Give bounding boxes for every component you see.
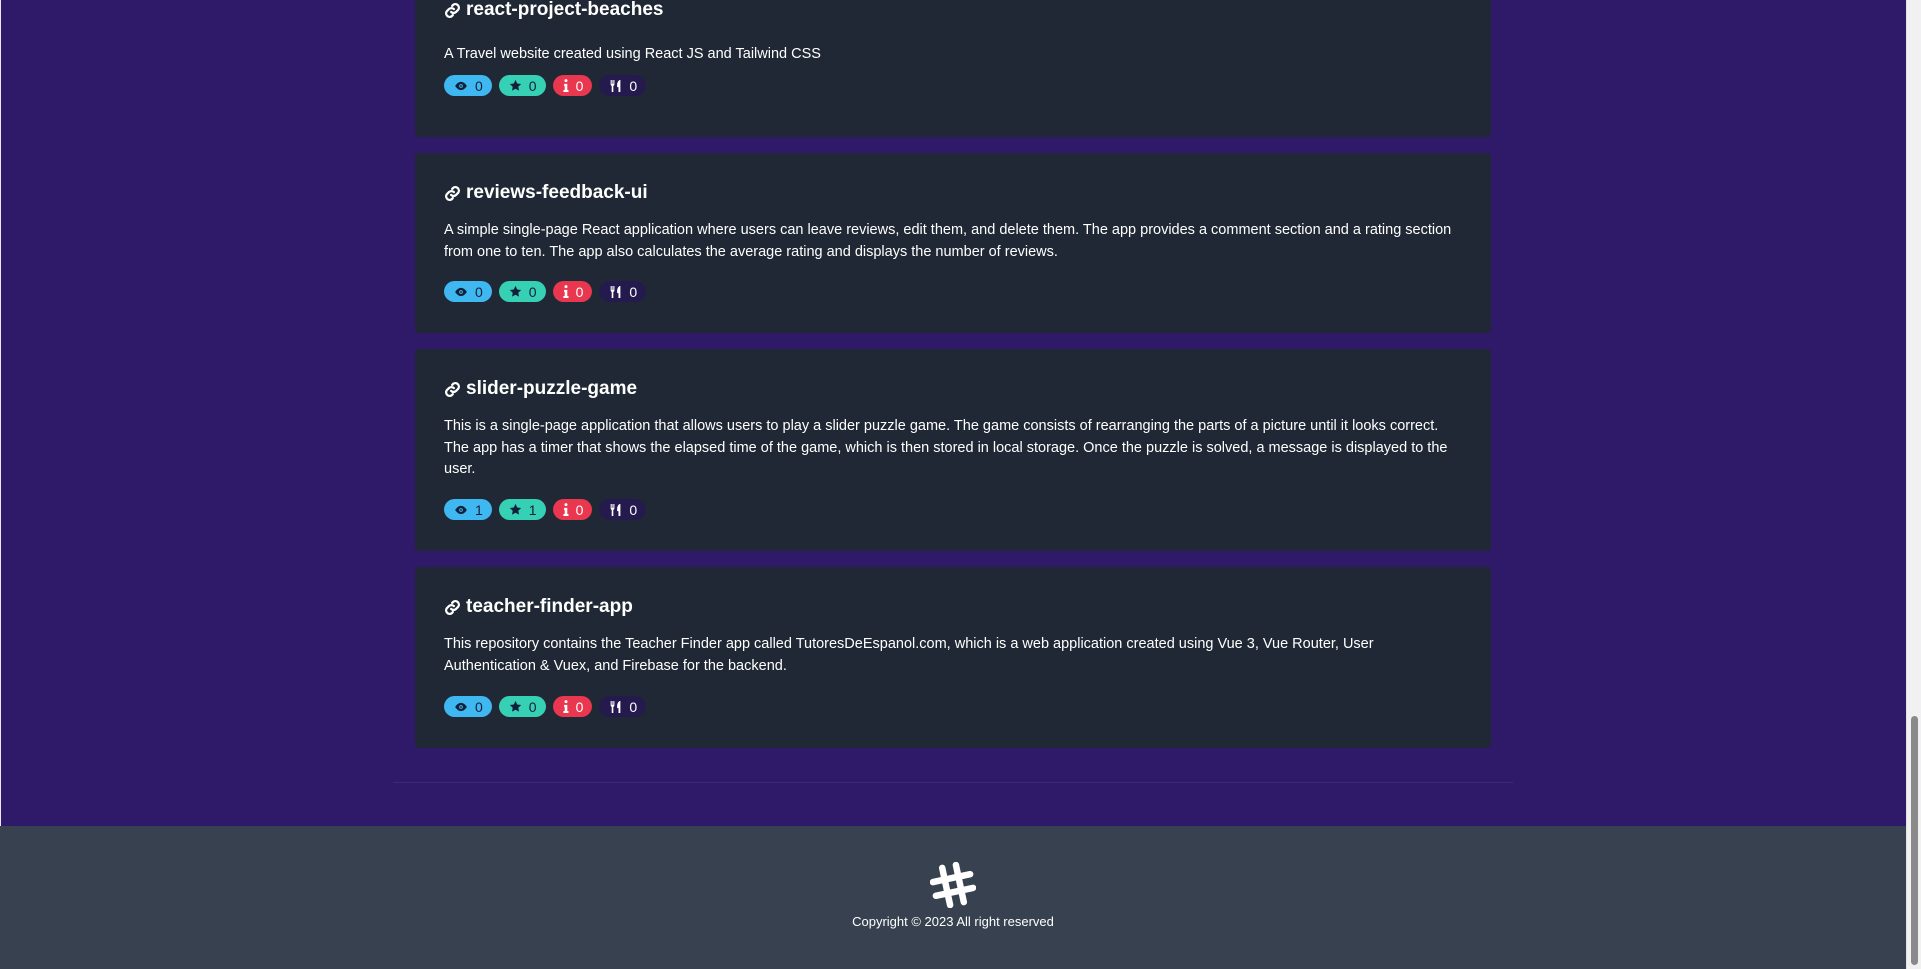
repo-card: react-project-beaches A Travel website c… xyxy=(415,0,1491,137)
repo-title-link[interactable]: reviews-feedback-ui xyxy=(444,182,648,204)
link-icon xyxy=(444,599,461,616)
repo-stats: 1 1 0 0 xyxy=(444,499,647,520)
link-icon xyxy=(444,185,461,202)
repo-name: reviews-feedback-ui xyxy=(466,182,648,203)
issues-count: 0 xyxy=(575,698,584,715)
watchers-badge: 0 xyxy=(444,75,492,96)
repo-title-link[interactable]: teacher-finder-app xyxy=(444,596,633,618)
eye-icon xyxy=(454,702,468,712)
fork-knife-icon xyxy=(609,285,622,299)
left-edge-line xyxy=(0,0,1,826)
fork-knife-icon xyxy=(609,503,622,517)
forks-badge: 0 xyxy=(599,499,647,520)
repo-card: reviews-feedback-ui A simple single-page… xyxy=(415,153,1491,333)
watchers-badge: 0 xyxy=(444,696,492,717)
vertical-scrollbar[interactable] xyxy=(1906,0,1921,969)
scrollbar-thumb[interactable] xyxy=(1911,716,1918,965)
info-icon xyxy=(562,285,569,298)
stars-count: 0 xyxy=(528,283,537,300)
stars-badge: 1 xyxy=(498,499,546,520)
link-icon xyxy=(444,2,461,19)
eye-icon xyxy=(454,81,468,91)
star-icon xyxy=(509,79,522,92)
watchers-count: 0 xyxy=(475,698,483,715)
repo-name: teacher-finder-app xyxy=(466,596,633,617)
info-icon xyxy=(562,700,569,713)
stars-badge: 0 xyxy=(498,696,546,717)
repo-name: react-project-beaches xyxy=(466,0,664,20)
repo-title-link[interactable]: react-project-beaches xyxy=(444,0,663,21)
content-divider xyxy=(393,782,1513,783)
stars-count: 0 xyxy=(528,698,537,715)
repo-description: A Travel website created using React JS … xyxy=(444,46,821,62)
watchers-count: 0 xyxy=(475,283,483,300)
stars-badge: 0 xyxy=(498,281,546,302)
star-icon xyxy=(509,700,522,713)
copyright-text: Copyright © 2023 All right reserved xyxy=(852,914,1054,929)
issues-badge: 0 xyxy=(552,75,593,96)
issues-count: 0 xyxy=(575,283,584,300)
forks-count: 0 xyxy=(629,77,638,94)
link-icon xyxy=(444,381,461,398)
repo-card: teacher-finder-app This repository conta… xyxy=(415,567,1491,748)
stars-count: 1 xyxy=(528,501,537,518)
forks-count: 0 xyxy=(629,698,638,715)
watchers-badge: 1 xyxy=(444,499,492,520)
issues-count: 0 xyxy=(575,501,584,518)
watchers-count: 0 xyxy=(475,77,483,94)
issues-count: 0 xyxy=(575,77,584,94)
fork-knife-icon xyxy=(609,700,622,714)
stars-count: 0 xyxy=(528,77,537,94)
forks-badge: 0 xyxy=(599,696,647,717)
star-icon xyxy=(509,285,522,298)
watchers-count: 1 xyxy=(475,501,483,518)
repo-stats: 0 0 0 0 xyxy=(444,696,647,717)
issues-badge: 0 xyxy=(552,281,593,302)
repo-title-link[interactable]: slider-puzzle-game xyxy=(444,378,637,400)
repo-name: slider-puzzle-game xyxy=(466,378,638,399)
page: react-project-beaches A Travel website c… xyxy=(0,0,1906,969)
star-icon xyxy=(509,503,522,516)
hashtag-icon xyxy=(929,861,977,909)
forks-count: 0 xyxy=(629,501,638,518)
forks-badge: 0 xyxy=(599,281,647,302)
stars-badge: 0 xyxy=(498,75,546,96)
info-icon xyxy=(562,503,569,516)
forks-count: 0 xyxy=(629,283,638,300)
issues-badge: 0 xyxy=(552,499,593,520)
repo-description: This repository contains the Teacher Fin… xyxy=(444,636,1374,674)
eye-icon xyxy=(454,505,468,515)
repo-description: This is a single-page application that a… xyxy=(444,418,1448,477)
repo-description: A simple single-page React application w… xyxy=(444,222,1452,260)
info-icon xyxy=(562,79,569,92)
footer: Copyright © 2023 All right reserved xyxy=(0,826,1906,969)
repo-card: slider-puzzle-game This is a single-page… xyxy=(415,349,1491,551)
repo-stats: 0 0 0 0 xyxy=(444,281,647,302)
forks-badge: 0 xyxy=(599,75,647,96)
repo-stats: 0 0 0 0 xyxy=(444,75,647,96)
issues-badge: 0 xyxy=(552,696,593,717)
fork-knife-icon xyxy=(609,79,622,93)
watchers-badge: 0 xyxy=(444,281,492,302)
eye-icon xyxy=(454,287,468,297)
